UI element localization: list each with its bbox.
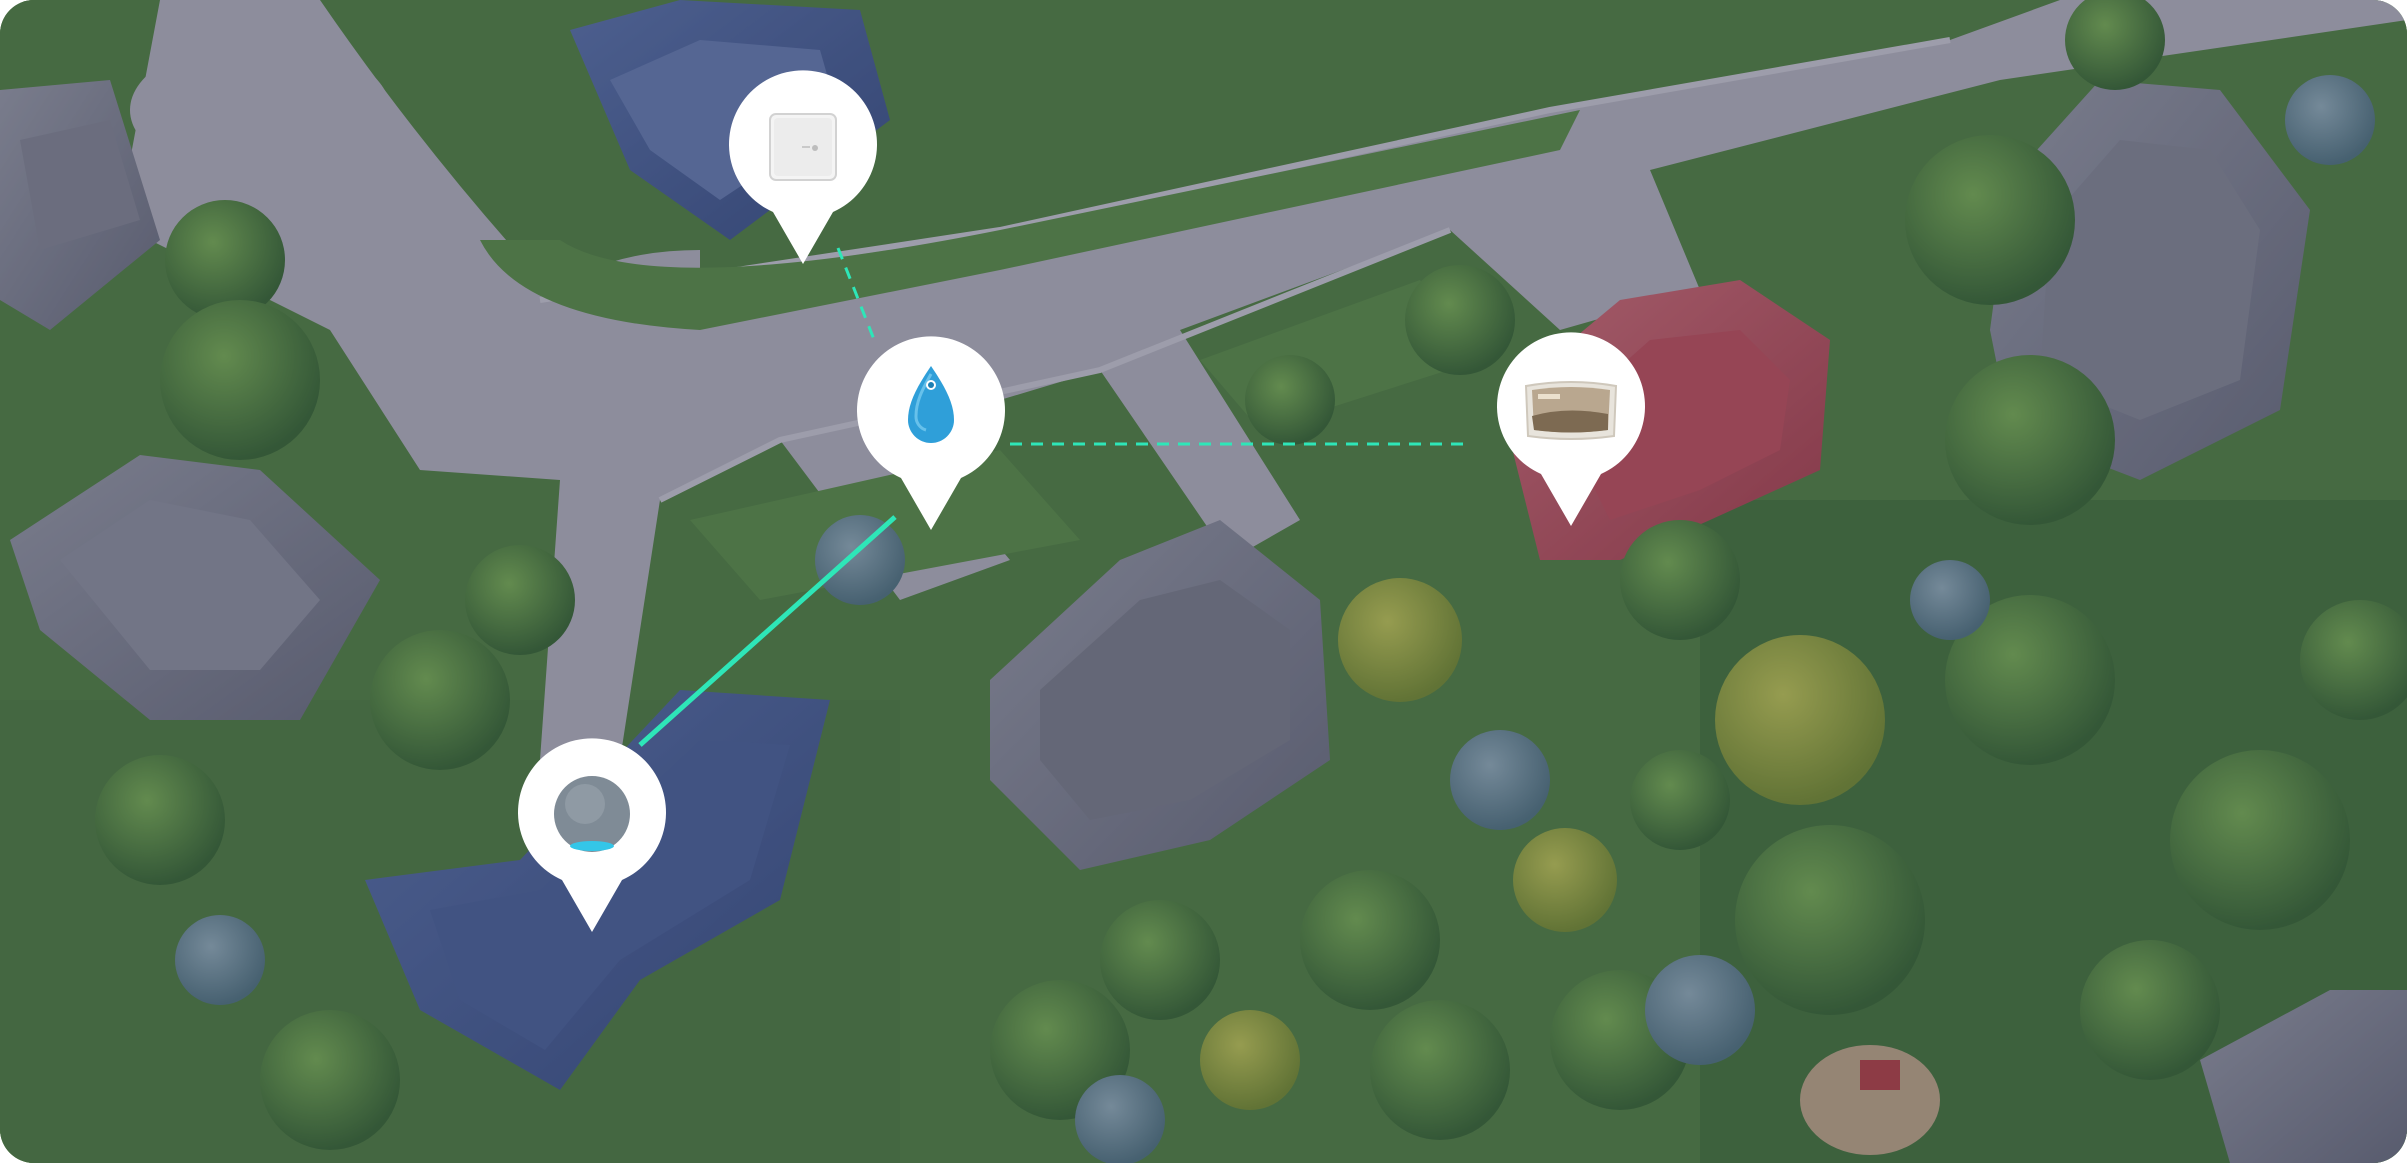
router-pin[interactable] — [728, 70, 878, 266]
map-dim-overlay — [0, 0, 2407, 1163]
router-icon — [769, 113, 837, 181]
smart-speaker-pin[interactable] — [517, 738, 667, 934]
aerial-map-view — [0, 0, 2407, 1163]
smart-display-icon — [1524, 381, 1618, 440]
aerial-neighborhood-photo — [0, 0, 2407, 1163]
smart-display-pin[interactable] — [1496, 332, 1646, 528]
smart-speaker-icon — [554, 776, 630, 852]
tracker-tag-pin[interactable] — [856, 336, 1006, 532]
